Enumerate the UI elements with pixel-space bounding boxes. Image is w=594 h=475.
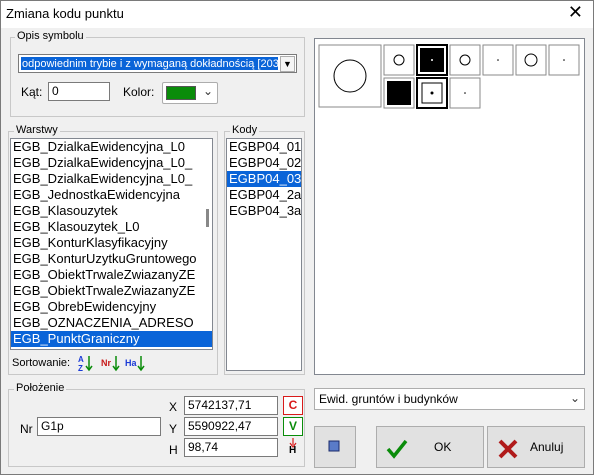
sort-az-button[interactable]: AZ xyxy=(76,353,98,373)
svg-text:A: A xyxy=(78,355,84,364)
list-item[interactable]: EGBP04_3a xyxy=(227,203,301,219)
list-item[interactable]: EGB_KonturKlasyfikacyjny xyxy=(11,235,212,251)
svg-text:Ha: Ha xyxy=(125,358,137,368)
checkmark-icon xyxy=(386,439,408,459)
kody-legend: Kody xyxy=(230,124,260,136)
kat-input[interactable]: 0 xyxy=(48,82,110,101)
color-picker[interactable]: ⌄ xyxy=(162,82,218,104)
list-item[interactable]: EGB_DzialkaEwidencyjna_L0_ xyxy=(11,171,212,187)
list-item[interactable]: EGB_ObiektTrwaleZwiazanyZE xyxy=(11,267,212,283)
list-item[interactable]: EGB_PunktGraniczny xyxy=(11,331,212,347)
h-input[interactable]: 98,74 xyxy=(184,438,278,457)
v-button[interactable]: V xyxy=(283,417,303,436)
symbol-grid[interactable] xyxy=(315,39,584,374)
close-icon[interactable]: ✕ xyxy=(568,3,583,23)
scrollbar-thumb[interactable] xyxy=(206,209,209,227)
h-button[interactable]: H xyxy=(283,438,303,458)
ok-label: OK xyxy=(434,440,452,454)
sort-nr-icon: Nr xyxy=(101,356,120,372)
list-item[interactable]: EGB_OZNACZENIA_ADRESO xyxy=(11,315,212,331)
preview-source-combo[interactable]: Ewid. gruntów i budynków ⌄ xyxy=(314,388,585,410)
opis-symbolu-legend: Opis symbolu xyxy=(15,30,86,42)
cancel-button[interactable]: Anuluj xyxy=(487,426,585,468)
chevron-down-icon: ⌄ xyxy=(202,84,213,98)
sort-nr-button[interactable]: Nr xyxy=(100,353,122,373)
x-label: X xyxy=(169,400,178,414)
symbol-dropdown[interactable]: odpowiednim trybie i z wymaganą dokładno… xyxy=(18,54,297,73)
kolor-label: Kolor: xyxy=(123,85,155,99)
c-button[interactable]: C xyxy=(283,396,303,415)
cancel-label: Anuluj xyxy=(530,440,564,454)
dialog-window: Zmiana kodu punktu ✕ Opis symbolu odpowi… xyxy=(0,0,594,475)
sort-ha-button[interactable]: Ha xyxy=(124,353,146,373)
kody-list[interactable]: EGBP04_01 EGBP04_02 EGBP04_03 EGBP04_2a EGBP… xyxy=(226,138,302,371)
extra-button[interactable] xyxy=(314,426,356,468)
sort-label: Sortowanie: xyxy=(12,357,71,369)
warstwy-items: EGB_DzialkaEwidencyjna_L0 EGB_DzialkaEwid… xyxy=(11,139,212,347)
h-label: H xyxy=(169,443,178,457)
list-item[interactable]: EGB_ObiektTrwaleZwiazanyZE xyxy=(11,283,212,299)
list-item[interactable]: EGB_DzialkaEwidencyjna_L0_ xyxy=(11,155,212,171)
square-icon xyxy=(328,440,340,452)
list-item[interactable]: EGB_DzialkaEwidencyjna_L0 xyxy=(11,139,212,155)
list-item[interactable]: EGB_JednostkaEwidencyjna xyxy=(11,187,212,203)
color-swatch xyxy=(166,86,196,100)
ok-button[interactable]: OK xyxy=(376,426,484,468)
list-item[interactable]: EGBP04_03 xyxy=(227,171,301,187)
title-bar: Zmiana kodu punktu ✕ xyxy=(1,1,593,28)
nr-input[interactable]: G1p xyxy=(37,417,161,436)
list-item[interactable]: EGB_ObrebEwidencyjny xyxy=(11,299,212,315)
symbol-dropdown-value: odpowiednim trybie i z wymaganą dokładno… xyxy=(21,57,278,70)
symbol-preview xyxy=(314,38,585,375)
x-input[interactable]: 5742137,71 xyxy=(184,396,278,415)
kody-items: EGBP04_01 EGBP04_02 EGBP04_03 EGBP04_2a EGBP… xyxy=(227,139,301,219)
x-icon xyxy=(498,439,518,459)
kat-label: Kąt: xyxy=(21,85,43,99)
preview-source-value: Ewid. gruntów i budynków xyxy=(319,392,458,406)
y-input[interactable]: 5590922,47 xyxy=(184,417,278,436)
nr-label: Nr xyxy=(20,422,33,436)
list-item[interactable]: EGBP04_01 xyxy=(227,139,301,155)
y-label: Y xyxy=(169,422,178,436)
sort-ha-icon: Ha xyxy=(125,356,145,372)
warstwy-list[interactable]: EGB_DzialkaEwidencyjna_L0 EGB_DzialkaEwid… xyxy=(10,138,213,350)
list-item[interactable]: EGB_Klasouzytek_L0 xyxy=(11,219,212,235)
sort-az-icon: AZ xyxy=(78,355,93,373)
list-item[interactable]: EGB_Klasouzytek xyxy=(11,203,212,219)
chevron-down-icon[interactable]: ▼ xyxy=(280,56,295,72)
window-title: Zmiana kodu punktu xyxy=(6,6,124,21)
h-button-label: H xyxy=(289,445,297,456)
list-item[interactable]: EGBP04_2a xyxy=(227,187,301,203)
warstwy-legend: Warstwy xyxy=(14,124,60,136)
svg-text:Nr: Nr xyxy=(101,358,111,368)
chevron-down-icon: ⌄ xyxy=(569,391,580,405)
list-item[interactable]: EGBP04_02 xyxy=(227,155,301,171)
list-item[interactable]: EGB_KonturUzytkuGruntowego xyxy=(11,251,212,267)
opis-symbolu-group xyxy=(10,37,305,117)
svg-text:Z: Z xyxy=(78,364,83,373)
polozenie-legend: Położenie xyxy=(14,382,67,394)
